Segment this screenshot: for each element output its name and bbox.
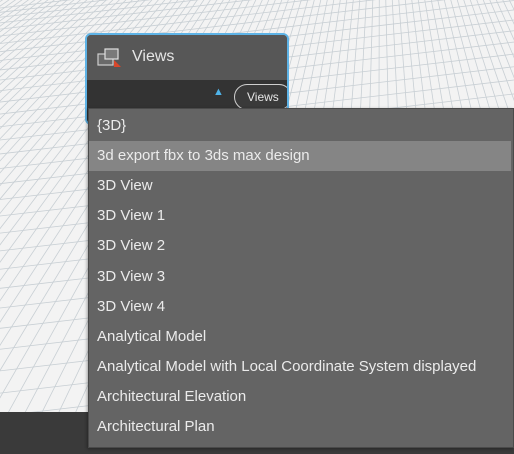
dropdown-option[interactable]: 3D View 1	[89, 201, 511, 231]
views-dropdown-list[interactable]: {3D} 3d export fbx to 3ds max design 3D Vi…	[88, 108, 514, 448]
dropdown-option[interactable]: Architectural Plan	[89, 412, 511, 442]
dropdown-option[interactable]: 3D View 2	[89, 231, 511, 261]
dropdown-option[interactable]: Analytical Model	[89, 322, 511, 352]
dropdown-option[interactable]: Architectural Elevation	[89, 382, 511, 412]
views-node-icon	[97, 48, 121, 67]
dropdown-option[interactable]: 3d export fbx to 3ds max design	[89, 141, 511, 172]
chevron-up-icon[interactable]: ▲	[213, 86, 224, 98]
dropdown-option[interactable]: 3D View 3	[89, 262, 511, 292]
output-port-views[interactable]: Views	[234, 84, 287, 110]
dropdown-option[interactable]: 3D View	[89, 171, 511, 201]
dropdown-option[interactable]: Analytical Model with Local Coordinate S…	[89, 352, 511, 382]
node-title: Views	[132, 48, 175, 65]
dropdown-option[interactable]: 3D View 4	[89, 292, 511, 322]
node-header[interactable]: Views	[87, 35, 287, 80]
dropdown-option[interactable]: {3D}	[89, 111, 511, 141]
